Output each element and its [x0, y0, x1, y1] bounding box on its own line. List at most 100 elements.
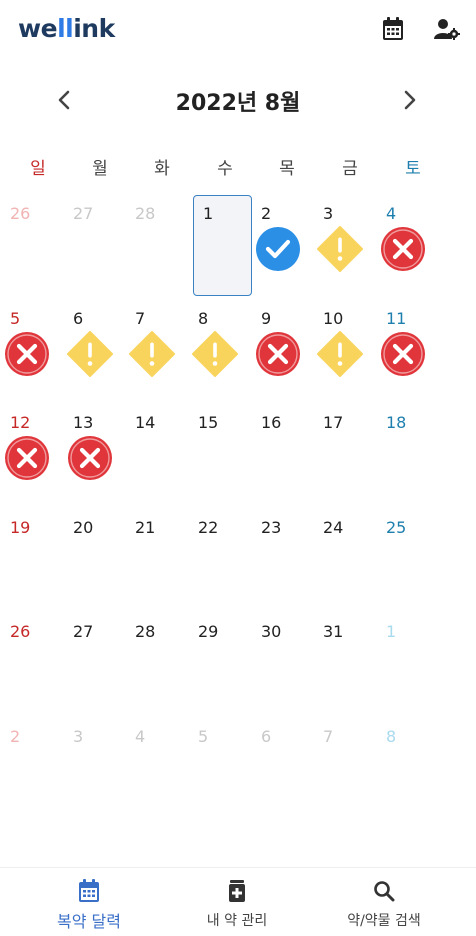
calendar-day-cell[interactable]: 24 — [313, 510, 375, 614]
day-number: 5 — [10, 308, 21, 328]
day-number: 8 — [386, 726, 397, 746]
day-number: 31 — [323, 622, 344, 641]
calendar-day-cell[interactable]: 15 — [188, 405, 250, 509]
calendar-icon[interactable] — [380, 16, 406, 42]
close-circle-icon — [67, 435, 113, 481]
calendar-day-cell[interactable]: 27 — [63, 614, 125, 718]
tab-my-medicine[interactable]: 내 약 관리 — [158, 868, 316, 936]
day-number: 15 — [198, 413, 219, 432]
calendar-day-cell[interactable]: 1 — [376, 614, 438, 718]
day-number: 27 — [73, 204, 94, 223]
calendar-day-cell[interactable]: 9 — [251, 301, 313, 405]
day-number: 23 — [261, 517, 282, 537]
day-number: 30 — [261, 622, 282, 641]
calendar-day-cell[interactable]: 18 — [376, 405, 438, 509]
today-highlight — [193, 195, 252, 296]
calendar-day-cell[interactable]: 5 — [188, 719, 250, 823]
day-number: 7 — [323, 726, 334, 746]
day-number: 3 — [73, 726, 84, 746]
check-circle-icon — [255, 226, 301, 272]
warning-diamond-icon — [317, 226, 363, 272]
warning-diamond-icon — [67, 330, 113, 377]
calendar-day-cell[interactable]: 14 — [125, 405, 187, 509]
calendar-day-cell[interactable]: 2 — [251, 196, 313, 300]
weekday-label: 토 — [405, 159, 421, 179]
calendar-day-cell[interactable]: 31 — [313, 614, 375, 718]
calendar-day-cell[interactable]: 28 — [125, 614, 187, 718]
weekday-label: 화 — [154, 159, 170, 179]
weekday-header: 일 월 화 수 목 금 토 — [0, 150, 476, 180]
day-number: 4 — [135, 726, 146, 746]
calendar-day-cell[interactable]: 25 — [376, 510, 438, 614]
calendar-day-cell[interactable]: 6 — [251, 719, 313, 823]
day-number: 29 — [198, 622, 219, 641]
tab-medication-calendar[interactable]: 복약 달력 — [10, 868, 168, 936]
day-number: 17 — [323, 413, 344, 432]
calendar-day-cell[interactable]: 7 — [125, 301, 187, 405]
medicine-box-icon — [158, 878, 316, 904]
calendar-day-cell[interactable]: 4 — [376, 196, 438, 300]
day-number: 28 — [135, 204, 156, 223]
calendar-day-cell[interactable]: 20 — [63, 510, 125, 614]
calendar-day-cell[interactable]: 30 — [251, 614, 313, 718]
day-number: 2 — [10, 726, 21, 746]
tab-label: 내 약 관리 — [206, 913, 268, 929]
calendar-day-cell[interactable]: 11 — [376, 301, 438, 405]
day-number: 18 — [386, 413, 407, 432]
calendar-day-cell[interactable]: 27 — [63, 196, 125, 300]
warning-diamond-icon — [192, 330, 238, 377]
day-number: 25 — [386, 517, 407, 537]
calendar-day-cell[interactable]: 16 — [251, 405, 313, 509]
calendar-day-cell[interactable]: 28 — [125, 196, 187, 300]
day-number: 16 — [261, 413, 282, 432]
weekday-label: 목 — [279, 159, 295, 179]
calendar-day-cell[interactable]: 21 — [125, 510, 187, 614]
day-number: 14 — [135, 413, 156, 432]
calendar-day-cell[interactable]: 3 — [63, 719, 125, 823]
close-circle-icon — [4, 331, 50, 377]
warning-diamond-icon — [129, 330, 175, 377]
calendar-day-cell[interactable]: 19 — [0, 510, 62, 614]
weekday-label: 수 — [217, 159, 233, 179]
day-number: 10 — [323, 308, 344, 328]
calendar-day-cell[interactable]: 13 — [63, 405, 125, 509]
calendar-day-cell[interactable]: 17 — [313, 405, 375, 509]
tab-drug-search[interactable]: 약/약물 검색 — [305, 868, 463, 936]
calendar-day-cell[interactable]: 2 — [0, 719, 62, 823]
calendar-day-cell[interactable]: 6 — [63, 301, 125, 405]
calendar-day-cell[interactable]: 3 — [313, 196, 375, 300]
warning-diamond-icon — [317, 330, 363, 377]
calendar-day-cell[interactable]: 10 — [313, 301, 375, 405]
calendar-day-cell[interactable]: 7 — [313, 719, 375, 823]
calendar-day-cell[interactable]: 8 — [376, 719, 438, 823]
calendar-day-cell[interactable]: 4 — [125, 719, 187, 823]
calendar-day-cell[interactable]: 8 — [188, 301, 250, 405]
day-number: 8 — [198, 308, 209, 328]
logo-text-end: ink — [73, 14, 115, 43]
logo-loop-mark: ll — [57, 14, 74, 43]
close-circle-icon — [380, 331, 426, 377]
app-logo[interactable]: wellink — [18, 14, 115, 43]
day-number: 12 — [10, 413, 31, 432]
calendar-day-cell[interactable]: 22 — [188, 510, 250, 614]
calendar-day-cell[interactable]: 12 — [0, 405, 62, 509]
tab-label: 복약 달력 — [57, 912, 121, 931]
calendar-day-cell[interactable]: 1 — [188, 195, 252, 300]
close-circle-icon — [380, 226, 426, 272]
day-number: 13 — [73, 413, 94, 432]
chevron-right-icon[interactable] — [396, 86, 424, 114]
calendar-day-cell[interactable]: 5 — [0, 301, 62, 405]
day-number: 5 — [198, 726, 209, 746]
day-number: 19 — [10, 517, 31, 537]
day-number: 9 — [261, 308, 272, 328]
day-number: 6 — [73, 308, 84, 328]
calendar-day-cell[interactable]: 26 — [0, 614, 62, 718]
calendar-day-cell[interactable]: 29 — [188, 614, 250, 718]
calendar-day-cell[interactable]: 23 — [251, 510, 313, 614]
search-icon — [305, 878, 463, 904]
user-settings-icon[interactable] — [434, 16, 460, 42]
calendar-day-cell[interactable]: 26 — [0, 196, 62, 300]
day-number: 7 — [135, 308, 146, 328]
day-number: 2 — [261, 204, 272, 223]
day-number: 21 — [135, 517, 156, 537]
